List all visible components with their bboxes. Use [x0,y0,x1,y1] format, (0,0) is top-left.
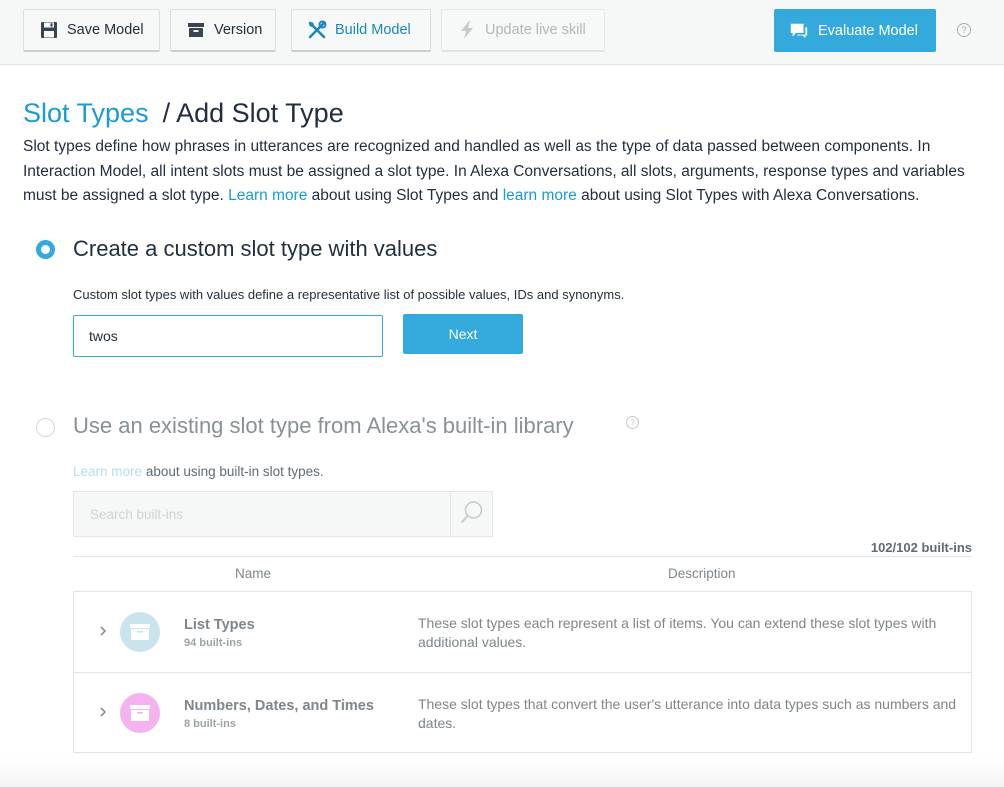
builtin-learn-more-link[interactable]: Learn more [73,464,142,479]
table-row-numbers-dates-times[interactable]: Numbers, Dates, and Times 8 built-ins Th… [74,672,971,752]
table-row-list-types[interactable]: List Types 94 built-ins These slot types… [74,592,971,672]
search-builtins-input[interactable] [74,492,450,536]
breadcrumb-slot-types-link[interactable]: Slot Types [23,98,149,128]
row-subtitle: 94 built-ins [184,637,243,649]
learn-more-link[interactable]: Learn more [228,187,307,204]
wrench-screwdriver-icon [307,20,327,40]
evaluate-model-label: Evaluate Model [818,22,918,39]
builtin-slot-type-radio[interactable] [36,418,55,437]
custom-slot-type-title: Create a custom slot type with values [73,236,438,261]
row-description: These slot types that convert the user's… [418,696,957,731]
row-title: List Types [184,617,255,633]
search-icon [459,499,485,530]
builtin-search [73,491,493,537]
chevron-right-icon[interactable] [97,624,109,638]
update-live-skill-button[interactable]: Update live skill [441,9,605,52]
bottom-fade [0,757,1004,787]
version-label: Version [214,22,263,38]
floppy-disk-icon [39,20,59,40]
custom-slot-type-radio[interactable] [36,240,55,259]
version-button[interactable]: Version [170,9,276,52]
divider [73,556,972,557]
intro-text-2: about using Slot Types and [311,187,499,204]
column-header-name: Name [235,566,272,581]
row-description: These slot types each represent a list o… [418,615,937,650]
row-subtitle: 8 built-ins [184,718,236,730]
list-box-icon [120,612,160,652]
toolbar: Save Model Version Build Model Update li… [0,0,1004,65]
page-title: Add Slot Type [176,98,344,128]
builtin-help-icon[interactable]: ? [626,416,639,429]
chat-bubble-icon [789,21,809,41]
save-model-label: Save Model [67,22,144,38]
help-icon[interactable]: ? [957,23,971,37]
update-live-skill-label: Update live skill [485,22,586,38]
breadcrumb: Slot Types / Add Slot Type [23,98,344,129]
calendar-box-icon [120,693,160,733]
builtin-categories-table: List Types 94 built-ins These slot types… [73,591,972,753]
learn-more-conversations-link[interactable]: learn more [503,187,577,204]
builtin-count: 102/102 built-ins [870,540,972,555]
breadcrumb-separator: / [162,98,171,128]
custom-slot-type-description: Custom slot types with values define a r… [73,287,625,302]
chevron-right-icon[interactable] [97,705,109,719]
next-button[interactable]: Next [403,314,523,354]
intro-paragraph: Slot types define how phrases in utteran… [23,135,983,209]
lightning-icon [457,20,477,40]
intro-text-3: about using Slot Types with Alexa Conver… [581,187,920,204]
column-header-description: Description [668,566,736,581]
builtin-slot-type-title: Use an existing slot type from Alexa's b… [73,413,574,438]
evaluate-model-button[interactable]: Evaluate Model [774,9,936,52]
archive-box-icon [186,20,206,40]
build-model-label: Build Model [335,22,411,38]
save-model-button[interactable]: Save Model [23,9,160,52]
row-title: Numbers, Dates, and Times [184,698,374,714]
builtin-description: Learn more about using built-in slot typ… [73,464,324,479]
search-button[interactable] [450,492,493,536]
builtin-description-text: about using built-in slot types. [145,464,324,479]
slot-type-name-input[interactable] [73,315,383,357]
build-model-button[interactable]: Build Model [291,9,431,52]
